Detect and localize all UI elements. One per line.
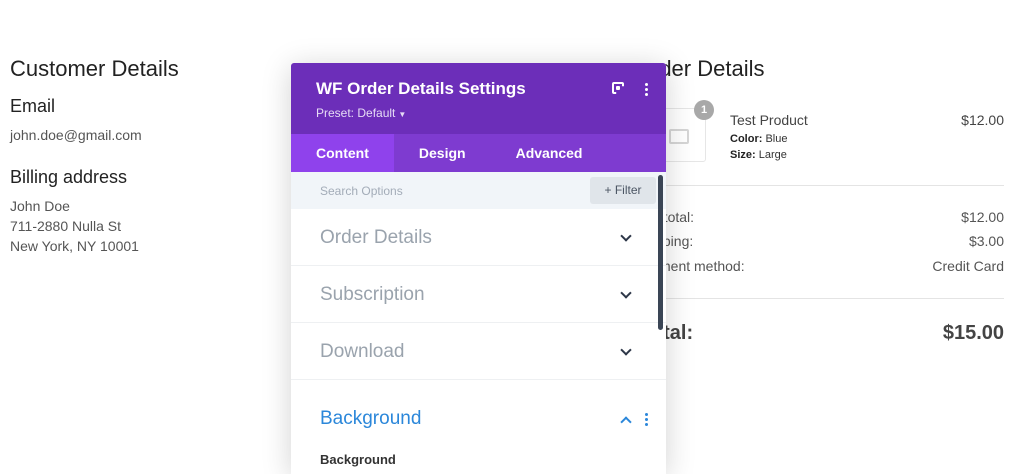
preset-label: Preset: Default bbox=[316, 106, 396, 120]
section-download[interactable]: Download bbox=[291, 323, 666, 380]
email-label: Email bbox=[10, 96, 56, 116]
section-download-label: Download bbox=[320, 341, 405, 362]
expand-icon[interactable] bbox=[612, 82, 624, 94]
product-size-label: Size: bbox=[730, 149, 756, 161]
section-background-label: Background bbox=[320, 408, 422, 429]
preset-dropdown[interactable]: Preset: Default ▼ bbox=[316, 106, 406, 120]
product-price: $12.00 bbox=[961, 112, 1004, 128]
billing-city: New York, NY 10001 bbox=[10, 238, 139, 254]
billing-name: John Doe bbox=[10, 198, 70, 214]
tab-content[interactable]: Content bbox=[291, 134, 394, 172]
shipping-row: ipping: $3.00 bbox=[652, 233, 1004, 251]
divider bbox=[652, 298, 1004, 299]
billing-address-label: Billing address bbox=[10, 167, 128, 187]
email-block: Email john.doe@gmail.com bbox=[10, 96, 270, 145]
section-background[interactable]: Background Background bbox=[291, 380, 666, 474]
subtotal-row: ıbtotal: $12.00 bbox=[652, 209, 1004, 227]
order-details-heading: rder Details bbox=[652, 56, 765, 81]
product-name[interactable]: Test Product bbox=[730, 112, 808, 128]
search-options-input[interactable]: Search Options bbox=[320, 184, 403, 198]
modal-title: WF Order Details Settings bbox=[316, 79, 526, 98]
order-details: rder Details 1 Test Product Color: Blue … bbox=[652, 56, 1004, 344]
modal-tabs: Content Design Advanced bbox=[291, 134, 666, 172]
shipping-value: $3.00 bbox=[968, 233, 1004, 249]
product-color-label: Color: bbox=[730, 133, 763, 145]
chevron-down-icon bbox=[620, 287, 632, 299]
customer-details-heading: Customer Details bbox=[10, 56, 179, 81]
section-subscription[interactable]: Subscription bbox=[291, 266, 666, 323]
chevron-down-icon bbox=[620, 344, 632, 356]
filter-button[interactable]: + Filter bbox=[590, 177, 656, 204]
section-menu-icon[interactable] bbox=[645, 413, 649, 426]
section-subscription-label: Subscription bbox=[320, 284, 425, 305]
background-field-label: Background bbox=[320, 452, 396, 467]
order-item-row: 1 Test Product Color: Blue Size: Large $… bbox=[652, 100, 1004, 180]
subtotal-value: $12.00 bbox=[961, 209, 1004, 225]
customer-details: Customer Details Email john.doe@gmail.co… bbox=[10, 56, 270, 256]
chevron-up-icon bbox=[620, 416, 632, 428]
billing-street: 711-2880 Nulla St bbox=[10, 218, 122, 234]
section-order-details-label: Order Details bbox=[320, 227, 432, 248]
image-placeholder-icon bbox=[669, 129, 689, 144]
total-value: $15.00 bbox=[942, 322, 1004, 344]
chevron-down-icon bbox=[620, 230, 632, 242]
payment-method-value: Credit Card bbox=[932, 258, 1004, 274]
product-size-value: Large bbox=[758, 149, 787, 161]
modal-header[interactable]: WF Order Details Settings Preset: Defaul… bbox=[291, 63, 666, 134]
tab-design[interactable]: Design bbox=[394, 134, 491, 172]
search-options-bar: Search Options + Filter bbox=[291, 172, 666, 209]
caret-down-icon: ▼ bbox=[398, 110, 407, 119]
tab-advanced[interactable]: Advanced bbox=[491, 134, 608, 172]
email-value: john.doe@gmail.com bbox=[10, 127, 142, 143]
section-order-details[interactable]: Order Details bbox=[291, 209, 666, 266]
settings-modal: WF Order Details Settings Preset: Defaul… bbox=[291, 63, 666, 474]
modal-header-actions bbox=[612, 82, 648, 96]
product-color: Color: Blue bbox=[730, 133, 787, 145]
modal-scrollbar[interactable] bbox=[658, 175, 663, 330]
quantity-badge: 1 bbox=[694, 100, 714, 120]
payment-method-row: yment method: Credit Card bbox=[652, 258, 1004, 276]
divider bbox=[652, 185, 1004, 186]
kebab-menu-icon[interactable] bbox=[644, 82, 648, 96]
product-color-value: Blue bbox=[765, 133, 788, 145]
product-size: Size: Large bbox=[730, 149, 787, 161]
